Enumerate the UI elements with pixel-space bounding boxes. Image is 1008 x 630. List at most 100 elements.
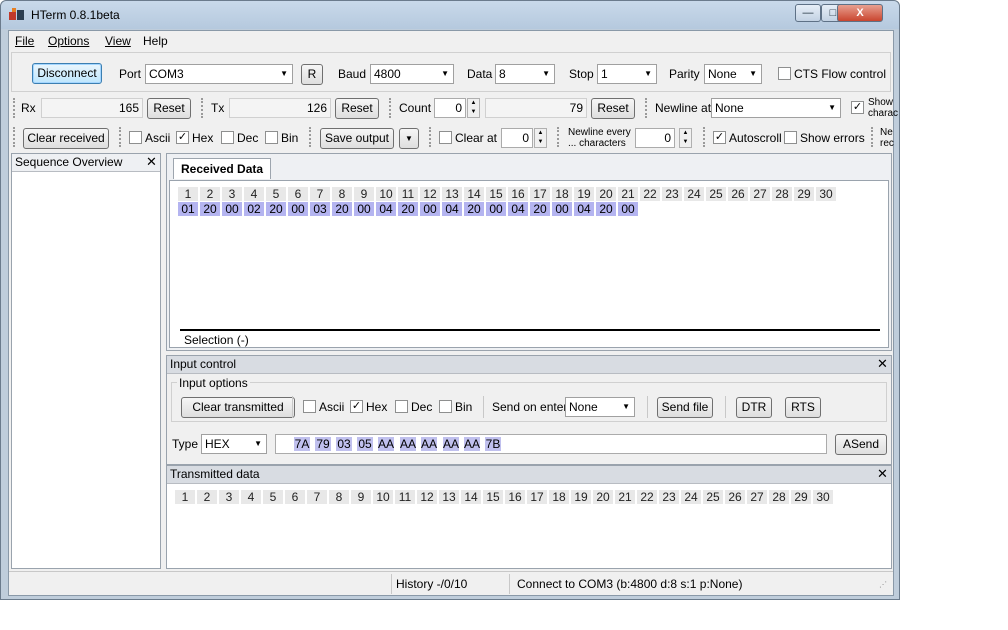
transmit-byte: AA [400, 437, 417, 451]
autoscroll-checkbox[interactable]: ✓ [713, 131, 726, 144]
byte-index: 21 [618, 187, 638, 201]
input-hex-checkbox[interactable]: ✓ [350, 400, 363, 413]
count-spinner[interactable]: ▲ ▼ [467, 98, 480, 118]
rts-button[interactable]: RTS [785, 397, 821, 418]
disconnect-button[interactable]: Disconnect [32, 63, 102, 84]
toolbar-grip[interactable] [119, 127, 122, 147]
show-errors-checkbox[interactable] [784, 131, 797, 144]
toolbar-grip[interactable] [13, 98, 16, 118]
menu-help[interactable]: Help [143, 34, 168, 48]
tx-reset-button[interactable]: Reset [335, 98, 379, 119]
asend-button[interactable]: ASend [835, 434, 887, 455]
newline-every-input[interactable]: 0 [635, 128, 675, 148]
byte-index: 16 [508, 187, 528, 201]
data-bits-select[interactable]: 8 ▼ [495, 64, 555, 84]
hex-label: Hex [192, 131, 214, 145]
transmitted-data-title: Transmitted data [167, 466, 891, 484]
resize-grip-icon[interactable]: ⋰ [879, 580, 887, 589]
toolbar-grip[interactable] [13, 127, 16, 147]
baud-select[interactable]: 4800 ▼ [370, 64, 454, 84]
type-select[interactable]: HEX ▼ [201, 434, 267, 454]
transmit-input[interactable]: 7A 79 03 05 AA AA AA AA AA 7B [275, 434, 827, 454]
input-ascii-checkbox[interactable] [303, 400, 316, 413]
minimize-button[interactable]: — [795, 4, 821, 22]
clear-transmitted-button[interactable]: Clear transmitted [181, 397, 295, 418]
parity-select[interactable]: None ▼ [704, 64, 762, 84]
byte-index: 14 [461, 490, 481, 504]
cts-checkbox[interactable] [778, 67, 791, 80]
newline-at-select[interactable]: None ▼ [711, 98, 841, 118]
byte-index: 21 [615, 490, 635, 504]
close-icon[interactable]: ✕ [146, 154, 157, 170]
menu-view[interactable]: View [105, 34, 131, 48]
byte-index: 18 [549, 490, 569, 504]
send-on-enter-label: Send on enter [492, 400, 568, 414]
toolbar-grip[interactable] [703, 127, 706, 147]
byte-index: 23 [662, 187, 682, 201]
save-output-button[interactable]: Save output [320, 128, 394, 149]
stop-bits-select[interactable]: 1 ▼ [597, 64, 657, 84]
dec-checkbox[interactable] [221, 131, 234, 144]
byte-index: 2 [197, 490, 217, 504]
separator [292, 396, 293, 418]
sequence-overview-title: Sequence Overview [12, 154, 160, 172]
ascii-checkbox[interactable] [129, 131, 142, 144]
rx-count: 165 [41, 98, 143, 118]
port-select[interactable]: COM3 ▼ [145, 64, 293, 84]
received-byte: 00 [618, 202, 638, 216]
menu-options[interactable]: Options [48, 34, 89, 48]
bin-checkbox[interactable] [265, 131, 278, 144]
tab-received-data[interactable]: Received Data [173, 158, 272, 179]
input-dec-checkbox[interactable] [395, 400, 408, 413]
toolbar-grip[interactable] [557, 127, 560, 147]
menu-file[interactable]: File [15, 34, 34, 48]
save-output-dropdown[interactable]: ▼ [399, 128, 419, 149]
sequence-overview-panel: Sequence Overview ✕ [11, 153, 161, 569]
newline-every-spinner[interactable]: ▲ ▼ [679, 128, 692, 148]
toolbar-grip[interactable] [645, 98, 648, 118]
input-bin-checkbox[interactable] [439, 400, 452, 413]
close-icon[interactable]: ✕ [877, 356, 888, 372]
send-file-button[interactable]: Send file [657, 397, 713, 418]
close-icon[interactable]: ✕ [877, 466, 888, 482]
received-data-view[interactable]: 1 2 3 4 5 6 7 8 9 10 11 12 13 14 15 16 17 18 19 20 21 22 23 24 2… [169, 180, 889, 348]
byte-index: 22 [637, 490, 657, 504]
send-on-enter-select[interactable]: None ▼ [565, 397, 635, 417]
toolbar-grip[interactable] [871, 127, 874, 147]
input-control-title: Input control [167, 356, 891, 374]
close-button[interactable]: X [837, 4, 883, 22]
divider [180, 329, 880, 331]
clear-received-button[interactable]: Clear received [23, 128, 109, 149]
window-title: HTerm 0.8.1beta [31, 8, 120, 22]
count-reset-button[interactable]: Reset [591, 98, 635, 119]
byte-index: 26 [725, 490, 745, 504]
byte-index: 22 [640, 187, 660, 201]
byte-index: 12 [417, 490, 437, 504]
chevron-down-icon: ▼ [644, 69, 652, 78]
rx-reset-button[interactable]: Reset [147, 98, 191, 119]
clear-at-checkbox[interactable] [439, 131, 452, 144]
transmit-byte: AA [443, 437, 460, 451]
toolbar-grip[interactable] [201, 98, 204, 118]
byte-index: 8 [332, 187, 352, 201]
show-characters-checkbox[interactable]: ✓ [851, 101, 864, 114]
received-byte: 00 [222, 202, 242, 216]
dtr-button[interactable]: DTR [736, 397, 772, 418]
count-input[interactable]: 0 [434, 98, 466, 118]
clear-at-input[interactable]: 0 [501, 128, 533, 148]
input-ascii-label: Ascii [319, 400, 345, 414]
refresh-ports-button[interactable]: R [301, 64, 323, 85]
history-status: History -/0/10 [396, 577, 468, 591]
received-byte: 20 [464, 202, 484, 216]
toolbar-grip[interactable] [309, 127, 312, 147]
toolbar-grip[interactable] [389, 98, 392, 118]
selection-label: Selection (-) [184, 333, 249, 347]
byte-index: 4 [244, 187, 264, 201]
transmit-byte: 7A [294, 437, 310, 451]
hex-checkbox[interactable]: ✓ [176, 131, 189, 144]
input-options-label: Input options [177, 376, 250, 390]
clear-at-spinner[interactable]: ▲ ▼ [534, 128, 547, 148]
toolbar-grip[interactable] [429, 127, 432, 147]
byte-index: 25 [703, 490, 723, 504]
received-byte: 00 [486, 202, 506, 216]
